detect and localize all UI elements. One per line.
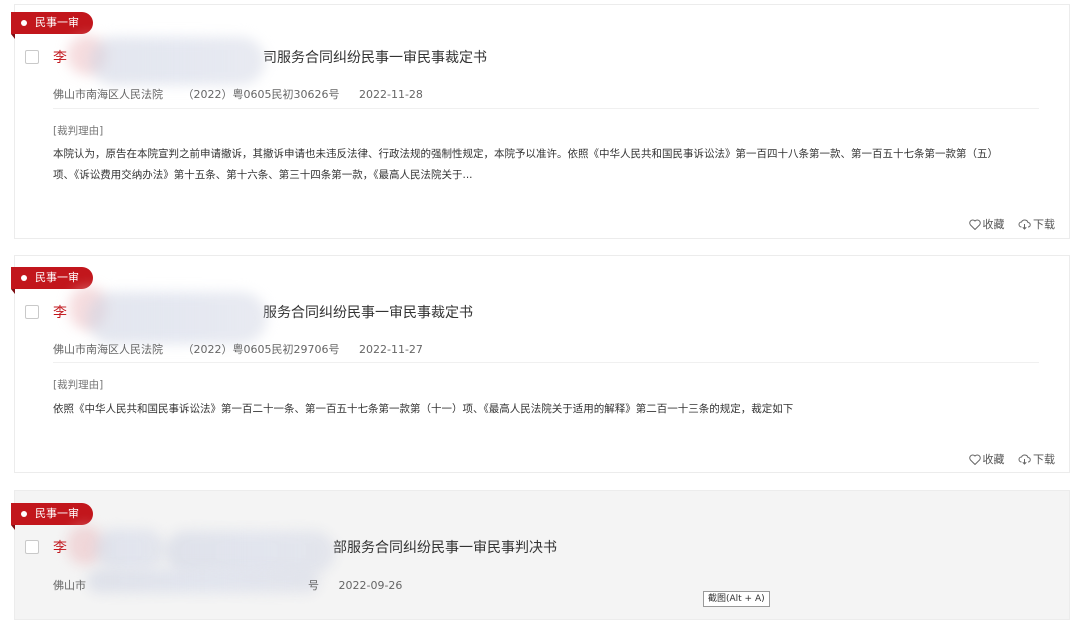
download-button[interactable]: 下载: [1018, 216, 1055, 232]
case-number: （2022）粤0605民初29706号: [182, 343, 340, 356]
card-actions: 收藏 下载: [959, 216, 1055, 233]
tag-label: 民事一审: [35, 271, 79, 284]
tag-fold: [11, 525, 15, 530]
reason-label: [裁判理由]: [53, 125, 104, 137]
case-number: 号: [308, 579, 319, 592]
tag-dot: [21, 20, 27, 26]
judgment-date: 2022-11-28: [358, 88, 423, 101]
case-type-tag: 民事一审: [11, 267, 93, 294]
tag-dot: [21, 511, 27, 517]
tag-fold: [11, 289, 15, 294]
heart-icon: [968, 454, 981, 465]
case-meta: 佛山市南海区人民法院 （2022）粤0605民初30626号 2022-11-2…: [53, 86, 439, 102]
cloud-download-icon: [1018, 454, 1031, 465]
court-name: 佛山市南海区人民法院: [53, 343, 163, 356]
title-prefix: 李: [53, 50, 67, 66]
case-number: （2022）粤0605民初30626号: [182, 88, 340, 101]
download-button[interactable]: 下载: [1018, 451, 1055, 467]
redaction-blur: [87, 292, 267, 344]
judgment-date: 2022-11-27: [358, 343, 423, 356]
result-card: 民事一审 李 部服务合同纠纷民事一审民事判决书 佛山市 号 2022-09-26: [11, 490, 1070, 620]
reason-text: 本院认为，原告在本院宣判之前申请撤诉，其撤诉申请也未违反法律、行政法规的强制性规…: [53, 144, 1043, 186]
reason-text: 依照《中华人民共和国民事诉讼法》第一百二十一条、第一百五十七条第一款第（十一）项…: [53, 399, 1043, 420]
download-label: 下载: [1033, 218, 1055, 231]
select-checkbox[interactable]: [25, 540, 39, 554]
divider: [53, 362, 1039, 363]
download-label: 下载: [1033, 453, 1055, 466]
cloud-download-icon: [1018, 219, 1031, 230]
title-suffix: 部服务合同纠纷民事一审民事判决书: [333, 540, 557, 556]
reason-line: 项、《诉讼费用交纳办法》第十五条、第十六条、第三十四条第一款，《最高人民法院关于…: [53, 169, 473, 181]
select-checkbox[interactable]: [25, 305, 39, 319]
court-name: 佛山市南海区人民法院: [53, 88, 163, 101]
court-name: 佛山市: [53, 579, 86, 592]
tag-dot: [21, 275, 27, 281]
judgment-date: 2022-09-26: [338, 579, 403, 592]
title-suffix: 司服务合同纠纷民事一审民事裁定书: [263, 50, 487, 66]
favorite-button[interactable]: 收藏: [968, 216, 1005, 232]
redaction-blur: [90, 37, 265, 85]
case-meta: 佛山市 号 2022-09-26: [53, 577, 418, 593]
heart-icon: [968, 219, 981, 230]
result-card: 民事一审 李 司服务合同纠纷民事一审民事裁定书 佛山市南海区人民法院 （2022）…: [11, 4, 1070, 239]
case-meta: 佛山市南海区人民法院 （2022）粤0605民初29706号 2022-11-2…: [53, 341, 439, 357]
favorite-label: 收藏: [982, 453, 1005, 466]
result-card: 民事一审 李 服务合同纠纷民事一审民事裁定书 佛山市南海区人民法院 （2022）粤…: [11, 255, 1070, 473]
title-prefix: 李: [53, 540, 67, 556]
title-suffix: 服务合同纠纷民事一审民事裁定书: [263, 305, 473, 321]
reason-line: 本院认为，原告在本院宣判之前申请撤诉，其撤诉申请也未违反法律、行政法规的强制性规…: [53, 148, 998, 160]
tag-fold: [11, 34, 15, 39]
tag-label: 民事一审: [35, 16, 79, 29]
reason-label: [裁判理由]: [53, 379, 104, 391]
divider: [53, 108, 1039, 109]
title-prefix: 李: [53, 305, 67, 321]
card-actions: 收藏 下载: [959, 451, 1055, 468]
favorite-button[interactable]: 收藏: [968, 451, 1005, 467]
redaction-blur: [165, 531, 335, 573]
select-checkbox[interactable]: [25, 50, 39, 64]
case-type-tag: 民事一审: [11, 503, 93, 530]
tag-label: 民事一审: [35, 507, 79, 520]
screenshot-tooltip: 截图(Alt + A): [703, 591, 770, 607]
reason-line: 依照《中华人民共和国民事诉讼法》第一百二十一条、第一百五十七条第一款第（十一）项…: [53, 403, 794, 415]
favorite-label: 收藏: [982, 218, 1005, 231]
case-type-tag: 民事一审: [11, 12, 93, 39]
redaction-blur: [95, 529, 165, 569]
